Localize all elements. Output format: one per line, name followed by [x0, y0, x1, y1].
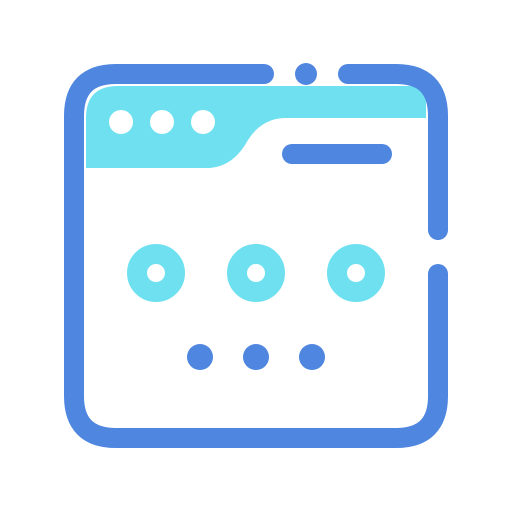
window-control-dot	[109, 110, 133, 134]
browser-window-password-icon	[64, 63, 448, 448]
password-rings	[127, 244, 385, 302]
window-frame-dot	[295, 63, 317, 85]
window-control-dot	[150, 110, 174, 134]
window-controls	[109, 110, 215, 134]
password-dot	[243, 344, 269, 370]
password-dot	[299, 344, 325, 370]
password-ring	[227, 244, 285, 302]
password-ring	[327, 244, 385, 302]
window-control-dot	[191, 110, 215, 134]
password-dot	[187, 344, 213, 370]
password-ring	[127, 244, 185, 302]
password-dots	[187, 344, 325, 370]
icon-canvas	[0, 0, 512, 512]
